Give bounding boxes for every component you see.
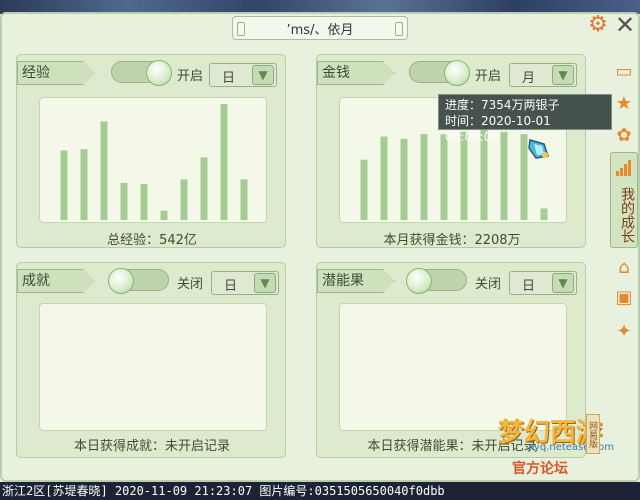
palette-icon[interactable]: ✦ — [612, 320, 636, 344]
logo-subtitle: 官方论坛 — [512, 461, 568, 477]
bar-tooltip: 进度：7354万两银子 时间：2020-10-01 00:00:00 — [438, 94, 612, 144]
logo-badge: 网易版 — [586, 414, 600, 454]
experience-chart — [39, 97, 267, 223]
chevron-down-icon[interactable]: ▼ — [552, 65, 574, 85]
achievement-summary: 本日获得成就：未开启记录 — [73, 439, 230, 454]
tab-my-growth[interactable]: 我的成长 — [610, 152, 638, 248]
gold-bar[interactable] — [460, 131, 468, 220]
gold-bar[interactable] — [420, 134, 428, 220]
toggle-knob — [108, 268, 134, 294]
close-icon[interactable]: ✕ — [612, 12, 638, 38]
window-title-text: ’ms/、依月 — [286, 22, 354, 38]
achievement-chart-area — [39, 303, 267, 431]
gold-summary: 本月获得金钱：2208万 — [383, 233, 521, 248]
star-icon[interactable]: ★ — [612, 92, 636, 116]
achievement-period-value: 日 — [224, 279, 238, 294]
cursor-gem-icon — [528, 139, 549, 159]
experience-chart-svg — [60, 104, 248, 220]
toggle-knob — [444, 60, 470, 86]
status-bar: 浙江2区[苏堤春晓] 2020-11-09 21:23:07 图片编号:0351… — [0, 482, 640, 500]
achievement-tag: 成就 — [17, 269, 95, 293]
experience-bar[interactable] — [180, 179, 188, 220]
gold-tag: 金钱 — [317, 61, 395, 85]
gold-toggle[interactable] — [409, 60, 470, 86]
chevron-down-icon[interactable]: ▼ — [552, 273, 574, 293]
window-title: ’ms/、依月 — [232, 16, 408, 40]
experience-bar[interactable] — [60, 150, 68, 220]
chevron-down-icon[interactable]: ▼ — [252, 65, 274, 85]
potential-toggle[interactable] — [406, 268, 467, 294]
storage-icon[interactable]: ▣ — [612, 286, 636, 310]
gold-bar[interactable] — [500, 131, 508, 220]
house-icon[interactable]: ⌂ — [612, 256, 636, 280]
gold-period-select[interactable]: 月 ▼ — [509, 63, 577, 87]
experience-bar[interactable] — [200, 157, 208, 220]
experience-bar[interactable] — [240, 179, 248, 220]
gold-bar[interactable] — [380, 136, 388, 221]
experience-period-value: 日 — [222, 71, 236, 86]
achievement-period-select[interactable]: 日 ▼ — [211, 271, 279, 295]
paw-icon[interactable]: ✿ — [612, 124, 636, 148]
gold-bar[interactable] — [440, 134, 448, 220]
experience-period-select[interactable]: 日 ▼ — [209, 63, 277, 87]
gear-icon[interactable]: ⚙ — [587, 14, 609, 36]
experience-panel: 经验 开启 日 ▼ 总经验：542亿 — [16, 54, 286, 248]
gold-toggle-label: 开启 — [475, 69, 502, 84]
experience-bar[interactable] — [120, 182, 128, 220]
achievement-toggle[interactable] — [108, 268, 169, 294]
experience-bar[interactable] — [140, 184, 148, 220]
experience-toggle[interactable] — [111, 60, 172, 86]
experience-toggle-label: 开启 — [177, 69, 204, 84]
gold-bar[interactable] — [400, 138, 408, 220]
potential-period-value: 日 — [522, 279, 536, 294]
experience-bar[interactable] — [80, 149, 88, 220]
bar-chart-icon — [616, 160, 631, 176]
gold-period-value: 月 — [522, 71, 536, 86]
potential-tag: 潜能果 — [317, 269, 395, 293]
gold-bar[interactable] — [360, 159, 368, 220]
achievement-panel: 成就 关闭 日 ▼ 本日获得成就：未开启记录 — [16, 262, 286, 458]
toggle-knob — [146, 60, 172, 86]
experience-tag: 经验 — [17, 61, 95, 85]
gold-bar[interactable] — [540, 208, 548, 220]
tooltip-time: 时间：2020-10-01 00:00:00 — [445, 114, 551, 144]
potential-period-select[interactable]: 日 ▼ — [509, 271, 577, 295]
right-sidebar: ▭ ★ ✿ 我的成长 ⌂ ▣ ✦ — [610, 58, 638, 358]
achievement-toggle-label: 关闭 — [177, 277, 204, 292]
experience-bar[interactable] — [160, 210, 168, 220]
chat-icon[interactable]: ▭ — [612, 60, 636, 84]
potential-toggle-label: 关闭 — [475, 277, 502, 292]
tooltip-progress: 进度：7354万两银子 — [445, 98, 560, 112]
experience-bar[interactable] — [220, 104, 228, 220]
game-logo: 梦幻西游 xyq.netease.com 官方论坛 网易版 — [498, 412, 614, 478]
tab-my-growth-label: 我的成长 — [619, 187, 635, 243]
experience-summary: 总经验：542亿 — [107, 233, 197, 248]
chevron-down-icon[interactable]: ▼ — [254, 273, 276, 293]
experience-bar[interactable] — [100, 121, 108, 220]
toggle-knob — [406, 268, 432, 294]
logo-site: xyq.netease.com — [528, 442, 614, 453]
